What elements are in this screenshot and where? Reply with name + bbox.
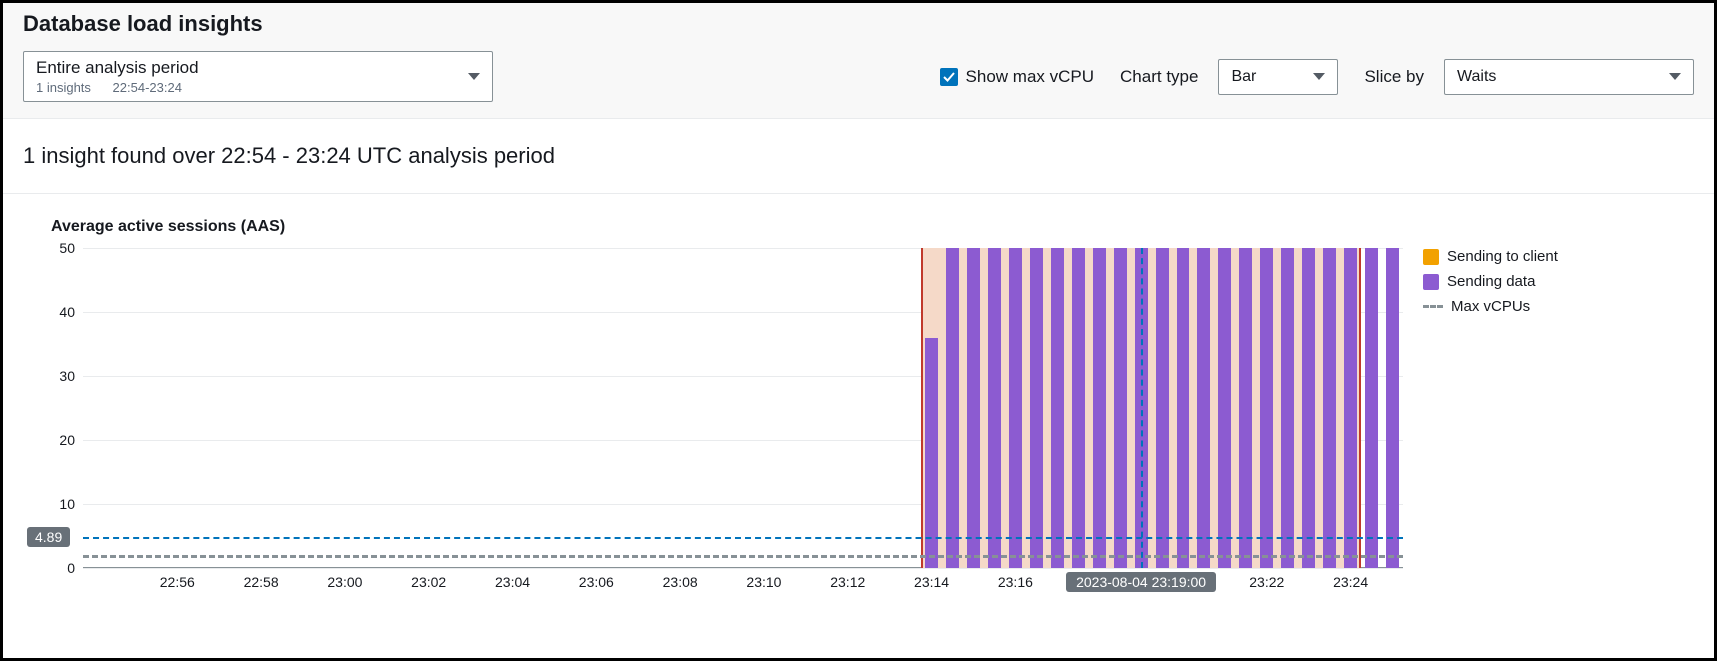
- aas-bar-chart[interactable]: 010203040504.892023-08-04 23:19:0022:562…: [83, 248, 1403, 568]
- chart-title: Average active sessions (AAS): [51, 218, 1694, 236]
- legend-label: Max vCPUs: [1451, 298, 1530, 315]
- chart-bar[interactable]: [1114, 248, 1127, 568]
- chart-bar[interactable]: [1197, 248, 1210, 568]
- chart-bar[interactable]: [1386, 248, 1399, 568]
- chart-area: Average active sessions (AAS) 0102030405…: [3, 194, 1714, 578]
- x-axis-tick: 23:24: [1333, 574, 1368, 590]
- slice-by-select[interactable]: Waits: [1444, 59, 1694, 95]
- chart-bar[interactable]: [1302, 248, 1315, 568]
- legend-dash-icon: [1423, 305, 1443, 308]
- x-axis-tick: 23:14: [914, 574, 949, 590]
- chart-bar[interactable]: [1156, 248, 1169, 568]
- chart-type-value: Bar: [1231, 68, 1256, 86]
- x-axis-tick: 23:16: [998, 574, 1033, 590]
- y-axis-tick: 20: [59, 432, 75, 448]
- x-axis-tick: 23:12: [830, 574, 865, 590]
- legend-swatch: [1423, 249, 1439, 265]
- chart-legend: Sending to client Sending data Max vCPUs: [1423, 248, 1558, 323]
- chart-bar[interactable]: [1281, 248, 1294, 568]
- chart-bar[interactable]: [1093, 248, 1106, 568]
- x-axis-tick: 23:04: [495, 574, 530, 590]
- chart-bar[interactable]: [1072, 248, 1085, 568]
- chart-bar[interactable]: [925, 338, 938, 568]
- chart-type-select[interactable]: Bar: [1218, 59, 1338, 95]
- header-section: Database load insights Entire analysis p…: [3, 3, 1714, 119]
- avg-reference-line: [83, 537, 1403, 539]
- period-select-label: Entire analysis period: [36, 58, 199, 78]
- chart-bar[interactable]: [1239, 248, 1252, 568]
- chart-bar[interactable]: [946, 248, 959, 568]
- y-axis-tick: 10: [59, 496, 75, 512]
- x-axis-tick: 23:00: [327, 574, 362, 590]
- chart-bar[interactable]: [1218, 248, 1231, 568]
- time-cursor-line: [1141, 248, 1143, 568]
- checkbox-checked-icon: [940, 68, 958, 86]
- chart-bar[interactable]: [1260, 248, 1273, 568]
- chevron-down-icon: [468, 73, 480, 80]
- legend-label: Sending data: [1447, 273, 1535, 290]
- x-axis-tick: 23:08: [663, 574, 698, 590]
- time-cursor-badge: 2023-08-04 23:19:00: [1066, 572, 1216, 592]
- chart-bar[interactable]: [1030, 248, 1043, 568]
- y-axis-tick: 40: [59, 304, 75, 320]
- slice-by-label: Slice by: [1364, 67, 1424, 87]
- show-max-vcpu-checkbox[interactable]: Show max vCPU: [940, 67, 1094, 87]
- chevron-down-icon: [1313, 73, 1325, 80]
- controls-row: Entire analysis period 1 insights 22:54-…: [23, 51, 1694, 102]
- insight-summary: 1 insight found over 22:54 - 23:24 UTC a…: [3, 119, 1714, 194]
- chart-bar[interactable]: [988, 248, 1001, 568]
- period-insights-count: 1 insights: [36, 80, 91, 95]
- chart-type-label: Chart type: [1120, 67, 1198, 87]
- page-title: Database load insights: [23, 11, 1694, 37]
- show-max-vcpu-label: Show max vCPU: [966, 67, 1094, 87]
- x-axis-tick: 22:58: [244, 574, 279, 590]
- legend-swatch: [1423, 274, 1439, 290]
- chart-bar[interactable]: [1009, 248, 1022, 568]
- legend-item-max-vcpus[interactable]: Max vCPUs: [1423, 298, 1558, 315]
- chart-bar[interactable]: [1177, 248, 1190, 568]
- y-axis-tick: 50: [59, 240, 75, 256]
- y-axis-tick: 0: [67, 560, 75, 576]
- chart-bar[interactable]: [967, 248, 980, 568]
- chart-bar[interactable]: [1344, 248, 1357, 568]
- x-axis-tick: 22:56: [160, 574, 195, 590]
- x-axis-tick: 23:06: [579, 574, 614, 590]
- x-axis-tick: 23:10: [746, 574, 781, 590]
- y-axis-tick: 30: [59, 368, 75, 384]
- slice-by-value: Waits: [1457, 68, 1496, 86]
- legend-item-sending-to-client[interactable]: Sending to client: [1423, 248, 1558, 265]
- legend-label: Sending to client: [1447, 248, 1558, 265]
- chart-bar[interactable]: [1365, 248, 1378, 568]
- chevron-down-icon: [1669, 73, 1681, 80]
- chart-bar[interactable]: [1323, 248, 1336, 568]
- analysis-period-select[interactable]: Entire analysis period 1 insights 22:54-…: [23, 51, 493, 102]
- chart-bar[interactable]: [1051, 248, 1064, 568]
- x-axis-tick: 23:22: [1249, 574, 1284, 590]
- max-vcpu-reference-line: [83, 555, 1403, 558]
- avg-value-badge: 4.89: [27, 527, 70, 547]
- x-axis-tick: 23:02: [411, 574, 446, 590]
- legend-item-sending-data[interactable]: Sending data: [1423, 273, 1558, 290]
- period-time-range: 22:54-23:24: [113, 80, 182, 95]
